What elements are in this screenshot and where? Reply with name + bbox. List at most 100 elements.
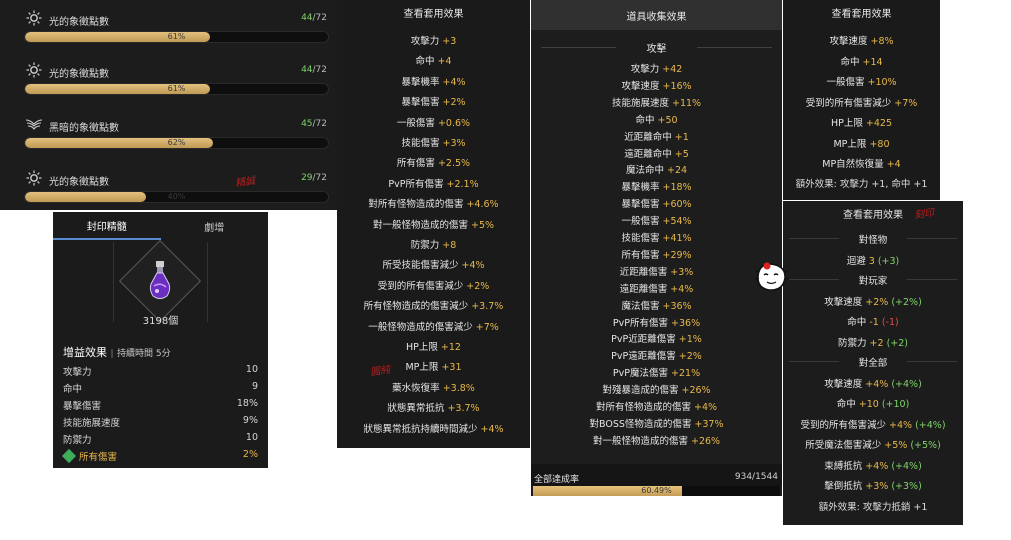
effect-label: 迴避	[846, 255, 866, 267]
collection-value: +4%	[670, 283, 694, 295]
effect-line: MP上限 +31	[337, 359, 530, 373]
effect-value: -1	[869, 317, 879, 328]
buff-row: 命中 9	[63, 381, 258, 397]
panel-title: 道具收集效果	[531, 0, 782, 30]
effect-label: 技能傷害	[401, 138, 440, 149]
effect-line: HP上限 +425	[783, 115, 940, 129]
effect-line: 暴擊傷害 +2%	[337, 94, 530, 108]
tab-seal-essence[interactable]: 封印精髓	[53, 212, 161, 240]
completion-progress-bar: 60.49%	[533, 486, 780, 496]
buff-label: 暴擊傷害	[63, 401, 102, 412]
effect-value: +5%	[471, 219, 495, 231]
collection-label: 所有傷害	[621, 249, 660, 261]
collection-value: +54%	[662, 216, 692, 228]
collection-label: 攻擊速度	[621, 80, 660, 92]
effect-line: MP自然恢復量 +4	[783, 156, 940, 170]
effect-line: 命中 +10 (+10)	[783, 396, 963, 410]
effect-value: +4	[886, 159, 901, 170]
collection-label: 魔法傷害	[621, 300, 660, 312]
effect-value: +8%	[870, 36, 894, 47]
set-effect-panel-grouped: 查看套用效果 刻印 對怪物 迴避 3 (+3) 對玩家 攻擊速度 +2% (+2%) 命…	[783, 201, 963, 525]
effect-line: 命中 +4	[337, 53, 530, 67]
collection-value: +3%	[670, 266, 694, 278]
effect-delta: (+5%)	[910, 440, 941, 451]
effect-label: 受到的所有傷害減少	[805, 97, 892, 109]
completion-count: 934/1544	[734, 472, 778, 482]
buff-value: 2%	[242, 449, 258, 460]
collection-label: PvP近距離傷害	[611, 334, 676, 346]
effect-line: 一般傷害 +10%	[783, 74, 940, 88]
buff-row: 攻擊力 10	[63, 364, 258, 380]
stamp-mark: 圓純	[369, 364, 391, 379]
effect-line: 束縛抵抗 +4% (+4%)	[783, 458, 963, 472]
effect-line: PvP所有傷害 +2.1%	[337, 176, 530, 190]
collection-value: +42	[662, 64, 683, 75]
sun-emblem-icon	[25, 62, 43, 78]
effect-line: 對一般怪物造成的傷害 +5%	[337, 217, 530, 231]
effect-label: 命中	[847, 317, 867, 328]
symbol-row: 光的象徵點數 44/72 61%	[0, 52, 337, 102]
effect-label: MP上限	[405, 362, 439, 374]
effect-value: +3.7%	[471, 301, 504, 313]
effect-label: 對所有怪物造成的傷害	[368, 199, 464, 211]
buff-label: 所有傷害	[79, 452, 118, 463]
buff-row: 防禦力 10	[63, 432, 258, 448]
effect-label: 一般怪物造成的傷害減少	[368, 321, 473, 333]
collection-line: 魔法命中 +24	[531, 162, 782, 176]
buff-row: 所有傷害 2%	[61, 448, 258, 465]
effect-value: +2	[869, 337, 884, 349]
symbol-progress-percent: 61%	[167, 84, 186, 93]
collection-line: 近距離命中 +1	[531, 129, 782, 143]
effect-line: 藥水恢復率 +3.8%	[337, 380, 530, 394]
sun-emblem-icon	[25, 170, 43, 186]
collection-line: PvP魔法傷害 +21%	[531, 365, 782, 379]
effect-line: 受到的所有傷害減少 +4% (+4%)	[783, 417, 963, 431]
symbol-count: 44/72	[301, 13, 327, 23]
collection-label: PvP魔法傷害	[612, 368, 668, 380]
effect-label: 束縛抵抗	[824, 460, 863, 472]
effect-line: 所受技能傷害減少 +4%	[337, 257, 530, 271]
collection-label: PvP所有傷害	[612, 317, 668, 329]
collection-line: 命中 +50	[531, 112, 782, 126]
mascot-doodle-icon	[754, 258, 790, 298]
symbol-progress-bar: 61%	[24, 31, 329, 43]
effect-value: +2.5%	[437, 158, 471, 170]
sun-emblem-icon	[25, 10, 43, 26]
effect-line: 一般傷害 +0.6%	[337, 115, 530, 129]
effect-line: 攻擊速度 +8%	[783, 33, 940, 47]
effect-value: +0.6%	[437, 117, 471, 129]
effect-value: +80	[869, 138, 890, 150]
collection-value: +50	[657, 114, 678, 126]
effect-value: +7%	[894, 97, 918, 109]
effect-label: 一般傷害	[826, 77, 865, 88]
effect-line: 受到的所有傷害減少 +2%	[337, 278, 530, 292]
set-effect-panel: 查看套用效果 攻擊力 +3 命中 +4 暴擊機率 +4% 暴擊傷害 +2% 一般傷害 +…	[337, 0, 530, 448]
effect-delta: (+3)	[877, 255, 900, 267]
collection-line: 近距離傷害 +3%	[531, 264, 782, 278]
group-title: 對怪物	[858, 235, 888, 246]
effect-line: 受到的所有傷害減少 +7%	[783, 95, 940, 109]
effect-line: HP上限 +12	[337, 339, 530, 353]
buff-value: 18%	[236, 398, 258, 409]
effect-label: 攻擊速度	[829, 36, 868, 47]
symbol-progress-bar: 62%	[24, 137, 329, 149]
collection-label: 對一般怪物造成的傷害	[592, 435, 688, 447]
collection-label: 對殘暴造成的傷害	[602, 385, 679, 397]
effect-label: PvP所有傷害	[388, 178, 444, 190]
effect-value: +4	[437, 56, 452, 68]
collection-line: 一般傷害 +54%	[531, 213, 782, 227]
seal-tabs: 封印精髓 劇增	[53, 212, 268, 240]
effect-label: 所受技能傷害減少	[382, 260, 459, 272]
collection-label: 一般傷害	[621, 216, 660, 228]
effect-value: +3%	[865, 481, 889, 492]
effect-label: 命中	[840, 56, 860, 68]
collection-value: +1	[674, 131, 689, 143]
collection-value: +4%	[694, 402, 718, 413]
buff-value: 9	[251, 381, 258, 392]
effect-value: +14	[862, 56, 883, 68]
collection-label: 命中	[635, 114, 655, 126]
effect-delta: (+4%)	[915, 419, 946, 431]
collection-label: 暴擊機率	[621, 182, 660, 194]
tab-surge[interactable]: 劇增	[161, 212, 269, 240]
effect-value: +3.8%	[442, 382, 475, 394]
